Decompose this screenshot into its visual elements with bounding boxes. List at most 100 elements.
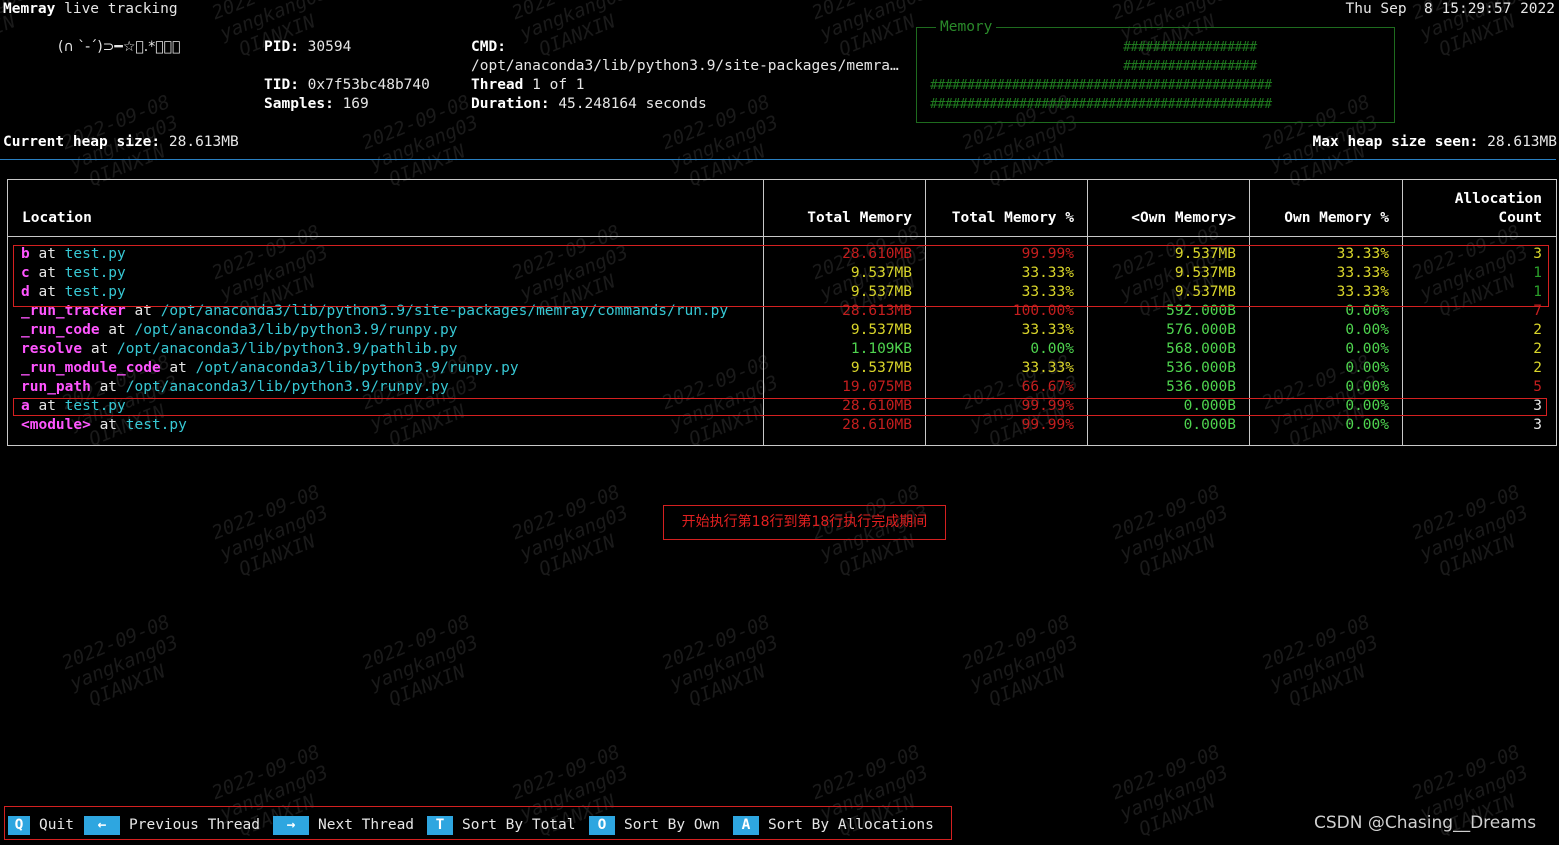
key-label: Sort By Own	[624, 817, 721, 833]
watermark-tile: 2022-09-08 yangkang03 QIANXIN	[508, 480, 632, 586]
memory-graph-row: ########################################…	[930, 97, 1272, 112]
header-separator	[0, 159, 1556, 160]
allocation-count-cell: 5	[1533, 379, 1542, 395]
location-cell: run_path at /opt/anaconda3/lib/python3.9…	[21, 378, 449, 397]
watermark-tile: 2022-09-08 yangkang03 QIANXIN	[58, 610, 182, 716]
total-memory-cell: 1.109KB	[850, 341, 912, 357]
watermark-tile: 2022-09-08 yangkang03 QIANXIN	[208, 480, 332, 586]
at-text: at	[99, 322, 135, 338]
tid-label: TID:	[264, 77, 299, 93]
location-cell: <module> at test.py	[21, 416, 187, 435]
samples-label: Samples:	[264, 96, 334, 112]
max-heap: Max heap size seen: 28.613MB	[1313, 133, 1557, 152]
column-header-total-memory-pct[interactable]: Total Memory %	[952, 209, 1074, 228]
current-heap-label: Current heap size:	[3, 134, 161, 150]
function-name: _run_code	[21, 322, 100, 338]
thread-line: Thread 1 of 1	[471, 76, 585, 95]
file-path: /opt/anaconda3/lib/python3.9/runpy.py	[195, 360, 519, 376]
cmd-value: /opt/anaconda3/lib/python3.9/site-packag…	[471, 58, 899, 74]
samples-line: Samples: 169	[264, 95, 369, 114]
total-memory-cell: 19.075MB	[842, 379, 912, 395]
watermark-tile: 2022-09-08 yangkang03 QIANXIN	[1108, 740, 1232, 845]
file-path: /opt/anaconda3/lib/python3.9/runpy.py	[125, 379, 449, 395]
table-row[interactable]: _run_code at /opt/anaconda3/lib/python3.…	[8, 321, 1555, 340]
table-row[interactable]: run_path at /opt/anaconda3/lib/python3.9…	[8, 378, 1555, 397]
datetime: Thu Sep 8 15:29:57 2022	[1345, 1, 1555, 17]
watermark-tile: 2022-09-08 yangkang03 QIANXIN	[958, 610, 1082, 716]
at-text: at	[90, 379, 126, 395]
thread-value: 1 of 1	[532, 77, 585, 93]
duration-line: Duration: 45.248164 seconds	[471, 95, 707, 114]
own-memory-cell: 536.000B	[1166, 360, 1236, 376]
memory-graph-row: ##################	[930, 59, 1257, 74]
key-q-button[interactable]: Q	[8, 816, 30, 835]
own-memory-pct-cell: 0.00%	[1345, 360, 1389, 376]
own-memory-cell: 0.000B	[1183, 417, 1236, 433]
key-label: Sort By Allocations	[768, 817, 934, 833]
table-row[interactable]: <module> at test.py 28.610MB 99.99% 0.000B 0…	[8, 416, 1555, 435]
thread-label: Thread	[471, 77, 524, 93]
current-heap: Current heap size: 28.613MB	[3, 133, 239, 152]
function-name: resolve	[21, 341, 83, 357]
own-memory-pct-cell: 0.00%	[1345, 322, 1389, 338]
watermark-tile: 2022-09-08 yangkang03 QIANXIN	[1408, 480, 1532, 586]
location-cell: _run_code at /opt/anaconda3/lib/python3.…	[21, 321, 458, 340]
total-memory-cell: 28.610MB	[842, 417, 912, 433]
memory-graph-title: Memory	[936, 18, 997, 37]
at-text: at	[90, 417, 126, 433]
total-memory-cell: 9.537MB	[850, 360, 912, 376]
key-t-button[interactable]: T	[427, 816, 453, 835]
key-label: Sort By Total	[462, 817, 576, 833]
memory-graph-row: ########################################…	[930, 78, 1272, 93]
current-heap-value: 28.613MB	[168, 134, 239, 150]
column-header-location[interactable]: Location	[22, 209, 92, 228]
app-name: Memray	[3, 1, 56, 17]
location-cell: _run_module_code at /opt/anaconda3/lib/p…	[21, 359, 519, 378]
own-memory-cell: 568.000B	[1166, 341, 1236, 357]
watermark-tile: 2022-09-08 yangkang03 QIANXIN	[1108, 480, 1232, 586]
file-path: /opt/anaconda3/lib/python3.9/runpy.py	[134, 322, 458, 338]
table-row[interactable]: _run_module_code at /opt/anaconda3/lib/p…	[8, 359, 1555, 378]
column-header-own-memory[interactable]: <Own Memory>	[1131, 209, 1236, 228]
table-row[interactable]: resolve at /opt/anaconda3/lib/python3.9/…	[8, 340, 1555, 359]
key-left-button[interactable]: ←	[84, 816, 120, 835]
key-o-button[interactable]: O	[589, 816, 615, 835]
watermark-tile: 2022-09-08 yangkang03 QIANXIN	[1258, 610, 1382, 716]
allocation-count-cell: 2	[1533, 322, 1542, 338]
tid-value: 0x7f53bc48b740	[307, 77, 430, 93]
pid-value: 30594	[307, 39, 352, 55]
column-header-allocation-count[interactable]: Allocation Count	[1455, 190, 1542, 228]
duration-value: 45.248164 seconds	[558, 96, 707, 112]
key-label: Quit	[39, 817, 74, 833]
total-memory-pct-cell: 99.99%	[1021, 417, 1074, 433]
total-memory-pct-cell: 33.33%	[1021, 322, 1074, 338]
highlight-box-row-a	[13, 398, 1547, 416]
own-memory-cell: 536.000B	[1166, 379, 1236, 395]
function-name: <module>	[21, 417, 91, 433]
annotation-note: 开始执行第18行到第18行执行完成期间	[663, 505, 946, 540]
key-label: Next Thread	[318, 817, 415, 833]
column-header-own-memory-pct[interactable]: Own Memory %	[1284, 209, 1389, 228]
column-header-total-memory[interactable]: Total Memory	[807, 209, 912, 228]
key-label: Previous Thread	[129, 817, 260, 833]
file-path: /opt/anaconda3/lib/python3.9/pathlib.py	[117, 341, 458, 357]
app-subtitle: live tracking	[55, 1, 178, 17]
max-heap-label: Max heap size seen:	[1312, 134, 1479, 150]
total-memory-pct-cell: 66.67%	[1021, 379, 1074, 395]
function-name: run_path	[21, 379, 91, 395]
allocation-count-cell: 2	[1533, 341, 1542, 357]
location-cell: resolve at /opt/anaconda3/lib/python3.9/…	[21, 340, 458, 359]
file-path: test.py	[125, 417, 187, 433]
watermark-tile: 2022-09-08 yangkang03 QIANXIN	[358, 610, 482, 716]
duration-label: Duration:	[471, 96, 550, 112]
key-a-button[interactable]: A	[733, 816, 759, 835]
function-name: _run_module_code	[21, 360, 161, 376]
header-divider	[7, 236, 1556, 237]
key-right-button[interactable]: →	[273, 816, 309, 835]
at-text: at	[82, 341, 118, 357]
memory-graph-row: ##################	[930, 40, 1257, 55]
credit-watermark: CSDN @Chasing__Dreams	[1314, 813, 1537, 833]
allocation-count-cell: 2	[1533, 360, 1542, 376]
own-memory-pct-cell: 0.00%	[1345, 341, 1389, 357]
tid-line: TID: 0x7f53bc48b740	[264, 76, 430, 95]
